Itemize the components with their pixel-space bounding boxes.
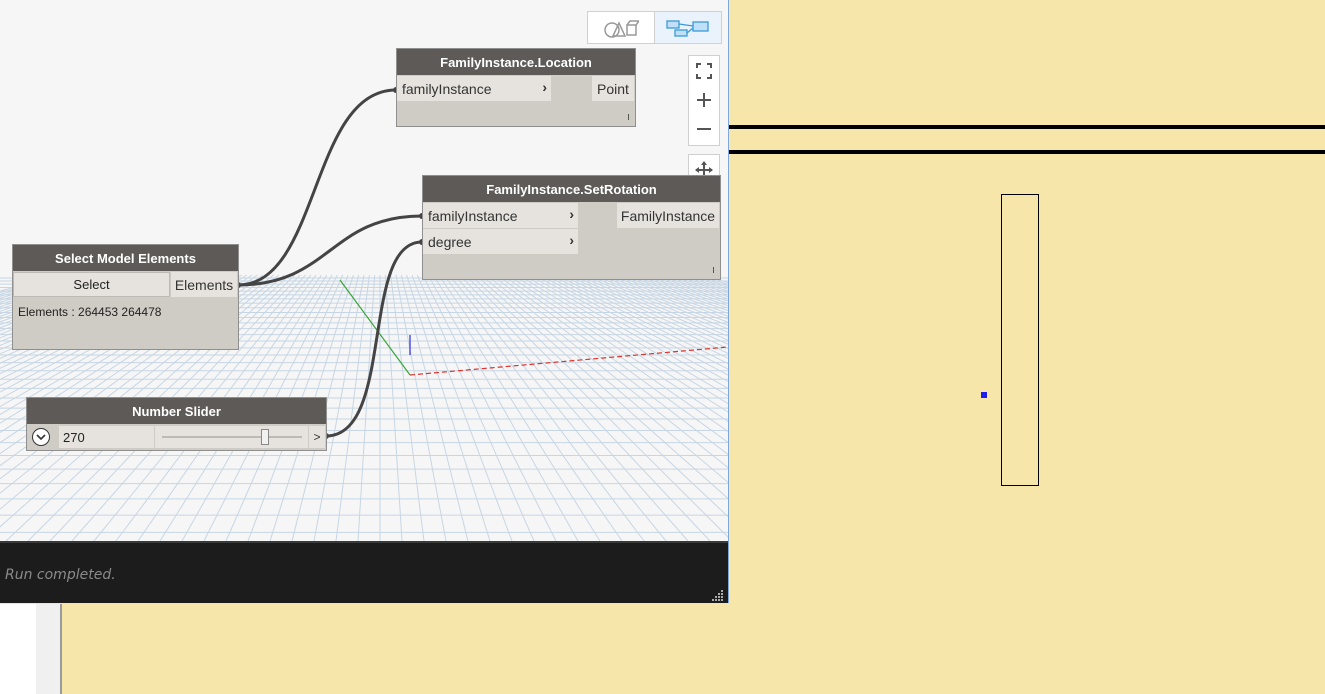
select-button[interactable]: Select (13, 272, 170, 297)
dynamo-window: FamilyInstance.Location familyInstance ›… (0, 0, 729, 603)
port-label: Point (597, 80, 629, 97)
node-title: FamilyInstance.Location (397, 49, 635, 75)
node-familyinstance-setrotation[interactable]: FamilyInstance.SetRotation familyInstanc… (422, 175, 721, 280)
node-title: FamilyInstance.SetRotation (423, 176, 720, 202)
node-number-slider[interactable]: Number Slider 270 > (26, 397, 327, 451)
port-label: Elements (174, 276, 234, 293)
node-title: Number Slider (27, 398, 326, 424)
input-port-familyinstance[interactable]: familyInstance › (397, 76, 551, 101)
input-port-familyinstance[interactable]: familyInstance › (423, 203, 578, 228)
zoom-controls (688, 55, 720, 146)
slider-thumb[interactable] (261, 429, 269, 445)
wall-line (729, 150, 1325, 154)
port-label: FamilyInstance (620, 207, 716, 224)
chevron-right-icon: › (542, 79, 547, 95)
revit-panel-divider (36, 604, 62, 694)
graph-canvas[interactable]: FamilyInstance.Location familyInstance ›… (0, 0, 728, 541)
output-port-number[interactable]: > (309, 426, 325, 448)
output-port-familyinstance[interactable]: FamilyInstance (617, 203, 719, 228)
zoom-in-icon[interactable] (689, 85, 719, 114)
location-point-marker (981, 392, 987, 398)
graph-view-icon[interactable] (654, 12, 721, 43)
fit-view-icon[interactable] (689, 56, 719, 85)
chevron-down-icon[interactable] (32, 428, 50, 446)
slider-value-input[interactable]: 270 (59, 426, 154, 448)
resize-grip-icon[interactable] (712, 589, 724, 601)
wire-slider-to-degree[interactable] (325, 240, 423, 438)
input-port-degree[interactable]: degree › (423, 229, 578, 254)
view-toggle (587, 11, 722, 44)
slider-value: 270 (63, 429, 85, 445)
status-text: Run completed. (5, 567, 116, 583)
port-label: degree (428, 233, 472, 250)
node-resize-mark (628, 114, 629, 120)
node-resize-mark (713, 267, 714, 273)
zoom-out-icon[interactable] (689, 114, 719, 143)
status-bar: Run completed. (0, 541, 728, 603)
output-port-point[interactable]: Point (592, 76, 634, 101)
port-label: familyInstance (428, 207, 518, 224)
node-select-model-elements[interactable]: Select Model Elements Select Elements El… (12, 244, 239, 350)
wire-elements-to-location[interactable] (237, 88, 397, 287)
revit-panel-strip (0, 604, 36, 694)
wall-line (729, 125, 1325, 129)
port-label: > (313, 430, 321, 444)
slider[interactable] (155, 426, 308, 448)
port-label: familyInstance (402, 80, 492, 97)
geometry-view-icon[interactable] (588, 12, 654, 43)
selection-result: Elements : 264453 264478 (18, 305, 162, 319)
node-title: Select Model Elements (13, 245, 238, 271)
chevron-right-icon: › (569, 206, 574, 222)
node-familyinstance-location[interactable]: FamilyInstance.Location familyInstance ›… (396, 48, 636, 127)
slider-track (162, 436, 302, 438)
chevron-right-icon: › (569, 232, 574, 248)
output-port-elements[interactable]: Elements (171, 272, 237, 297)
family-instance-element[interactable] (1001, 194, 1039, 486)
